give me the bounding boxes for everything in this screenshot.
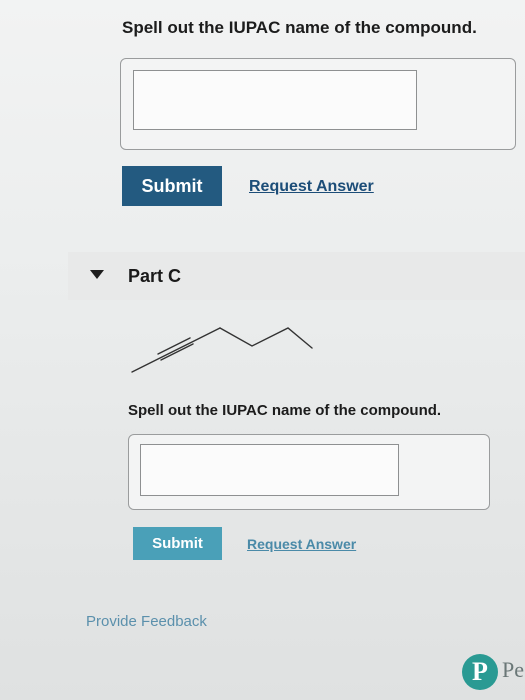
pearson-logo-icon: P: [462, 654, 498, 690]
alkyl-chain: [219, 327, 313, 349]
triple-bond-lower-line: [160, 343, 194, 361]
part-b-answer-container: [120, 58, 516, 150]
part-c-title[interactable]: Part C: [128, 266, 181, 287]
molecule-structure: [131, 327, 313, 373]
pearson-logo-text: Pe: [502, 657, 524, 682]
part-b-submit-button[interactable]: Submit: [122, 166, 222, 206]
part-c-submit-button[interactable]: Submit: [133, 527, 222, 560]
provide-feedback-link[interactable]: Provide Feedback: [86, 613, 207, 630]
part-b-answer-input[interactable]: [133, 70, 417, 130]
part-c-answer-container: [128, 434, 490, 510]
triple-bond-center-line: [131, 327, 221, 373]
part-c-request-answer-link[interactable]: Request Answer: [247, 536, 356, 552]
part-b-prompt: Spell out the IUPAC name of the compound…: [122, 18, 477, 37]
part-c-prompt: Spell out the IUPAC name of the compound…: [128, 402, 442, 419]
part-b-request-answer-link[interactable]: Request Answer: [249, 178, 374, 196]
part-c-answer-input[interactable]: [140, 444, 399, 496]
caret-down-icon[interactable]: [90, 270, 104, 279]
